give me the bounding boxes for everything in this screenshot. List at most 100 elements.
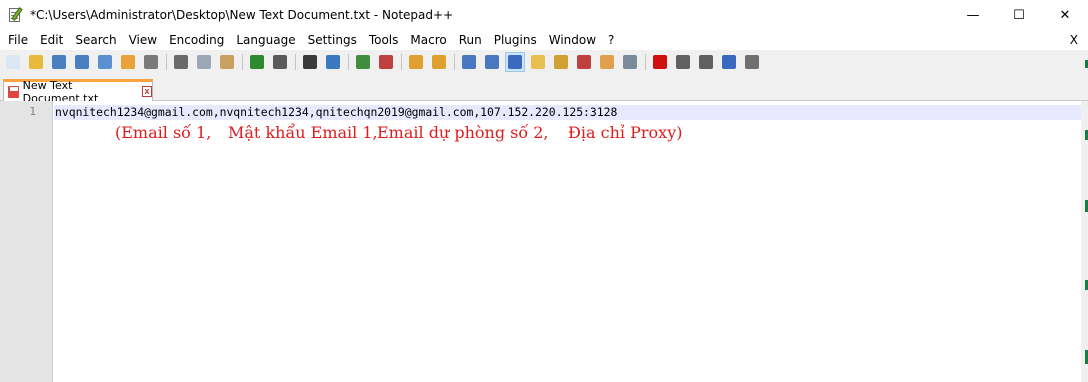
folder-workspace-button[interactable] — [598, 53, 616, 71]
menu-encoding[interactable]: Encoding — [163, 30, 230, 50]
menu-help[interactable]: ? — [602, 30, 620, 50]
window-controls: — ☐ ✕ — [950, 0, 1088, 30]
close-all-icon — [121, 55, 135, 69]
redo-button[interactable] — [271, 53, 289, 71]
find-button[interactable] — [301, 53, 319, 71]
annotation-email-1: (Email số 1, — [115, 123, 212, 142]
menu-edit[interactable]: Edit — [34, 30, 69, 50]
folder-workspace-icon — [600, 55, 614, 69]
menu-run[interactable]: Run — [453, 30, 488, 50]
tab-close-icon[interactable]: x — [142, 86, 152, 97]
window-title: *C:\Users\Administrator\Desktop\New Text… — [30, 8, 454, 22]
stop-record-button[interactable] — [674, 53, 692, 71]
undo-button[interactable] — [248, 53, 266, 71]
run-macro-multiple-icon — [722, 55, 736, 69]
user-lang-button[interactable] — [529, 53, 547, 71]
copy-icon — [197, 55, 211, 69]
menu-macro[interactable]: Macro — [404, 30, 452, 50]
close-file-button[interactable] — [96, 53, 114, 71]
editor-area[interactable]: 1 nvqnitech1234@gmail.com,nvqnitech1234,… — [0, 101, 1088, 382]
paste-button[interactable] — [218, 53, 236, 71]
doc-map-icon — [554, 55, 568, 69]
text-line[interactable]: nvqnitech1234@gmail.com,nvqnitech1234,qn… — [55, 105, 617, 120]
toolbar-separator — [454, 54, 455, 70]
menu-search[interactable]: Search — [69, 30, 122, 50]
close-all-button[interactable] — [119, 53, 137, 71]
redo-icon — [273, 55, 287, 69]
close-window-button[interactable]: ✕ — [1042, 0, 1088, 30]
tab-bar: New Text Document.txt x — [0, 74, 1088, 105]
save-button[interactable] — [50, 53, 68, 71]
replace-icon — [326, 55, 340, 69]
run-macro-multiple-button[interactable] — [720, 53, 738, 71]
menu-settings[interactable]: Settings — [302, 30, 363, 50]
toolbar — [0, 50, 1088, 74]
indent-guide-icon — [508, 55, 522, 69]
annotation-backup-email: Email dự phòng số 2, — [377, 123, 549, 142]
zoom-in-button[interactable] — [354, 53, 372, 71]
play-macro-button[interactable] — [697, 53, 715, 71]
new-file-button[interactable] — [4, 53, 22, 71]
line-number: 1 — [29, 105, 36, 118]
monitoring-icon — [623, 55, 637, 69]
close-file-icon — [98, 55, 112, 69]
save-macro-button[interactable] — [743, 53, 761, 71]
sync-vertical-button[interactable] — [407, 53, 425, 71]
word-wrap-button[interactable] — [460, 53, 478, 71]
function-list-icon — [577, 55, 591, 69]
save-macro-icon — [745, 55, 759, 69]
open-file-button[interactable] — [27, 53, 45, 71]
function-list-button[interactable] — [575, 53, 593, 71]
save-all-button[interactable] — [73, 53, 91, 71]
show-all-chars-button[interactable] — [483, 53, 501, 71]
toolbar-separator — [401, 54, 402, 70]
annotation-proxy-address: Địa chỉ Proxy) — [568, 123, 683, 142]
menu-view[interactable]: View — [123, 30, 163, 50]
paste-icon — [220, 55, 234, 69]
indent-guide-button[interactable] — [505, 52, 525, 72]
save-all-icon — [75, 55, 89, 69]
zoom-out-button[interactable] — [377, 53, 395, 71]
sync-horizontal-button[interactable] — [430, 53, 448, 71]
record-macro-icon — [653, 55, 667, 69]
menu-bar: File Edit Search View Encoding Language … — [0, 30, 1088, 50]
annotation-email-password: Mật khẩu Email 1, — [228, 123, 378, 142]
notepad-plus-plus-icon — [8, 7, 24, 23]
zoom-out-icon — [379, 55, 393, 69]
zoom-in-icon — [356, 55, 370, 69]
menu-plugins[interactable]: Plugins — [488, 30, 543, 50]
doc-map-button[interactable] — [552, 53, 570, 71]
cut-icon — [174, 55, 188, 69]
menu-tools[interactable]: Tools — [363, 30, 405, 50]
new-file-icon — [6, 55, 20, 69]
toolbar-separator — [166, 54, 167, 70]
record-macro-button[interactable] — [651, 53, 669, 71]
unsaved-file-icon — [8, 85, 19, 98]
menu-window[interactable]: Window — [543, 30, 602, 50]
monitoring-button[interactable] — [621, 53, 639, 71]
undo-icon — [250, 55, 264, 69]
close-document-button[interactable]: X — [1070, 30, 1078, 50]
title-bar: *C:\Users\Administrator\Desktop\New Text… — [0, 0, 1088, 30]
line-number-gutter: 1 — [0, 101, 53, 382]
sync-vertical-icon — [409, 55, 423, 69]
play-macro-icon — [699, 55, 713, 69]
print-button[interactable] — [142, 53, 160, 71]
print-icon — [144, 55, 158, 69]
stop-record-icon — [676, 55, 690, 69]
toolbar-separator — [295, 54, 296, 70]
toolbar-separator — [645, 54, 646, 70]
user-lang-icon — [531, 55, 545, 69]
minimize-button[interactable]: — — [950, 0, 996, 30]
word-wrap-icon — [462, 55, 476, 69]
menu-language[interactable]: Language — [230, 30, 301, 50]
replace-button[interactable] — [324, 53, 342, 71]
toolbar-separator — [348, 54, 349, 70]
toolbar-separator — [242, 54, 243, 70]
copy-button[interactable] — [195, 53, 213, 71]
find-icon — [303, 55, 317, 69]
menu-file[interactable]: File — [2, 30, 34, 50]
cut-button[interactable] — [172, 53, 190, 71]
tab-new-text-document[interactable]: New Text Document.txt x — [3, 79, 153, 105]
maximize-button[interactable]: ☐ — [996, 0, 1042, 30]
